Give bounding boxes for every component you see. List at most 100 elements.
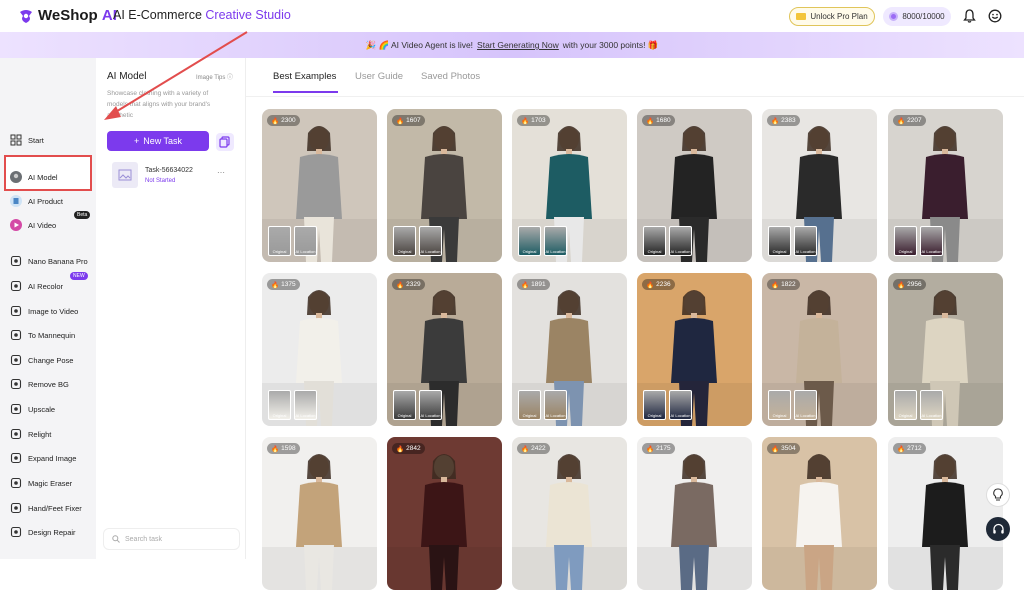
example-card[interactable]: 🔥 2383 Original AI Location [762, 109, 877, 262]
sidebar-item-remove-bg[interactable]: Remove BG [10, 375, 69, 393]
original-thumb[interactable]: Original [518, 390, 541, 420]
sidebar-item-to-mannequin[interactable]: To Mannequin [10, 326, 75, 344]
sidebar-item-expand-image[interactable]: Expand Image [10, 449, 76, 467]
example-card[interactable]: 🔥 3504 [762, 437, 877, 590]
example-card[interactable]: 🔥 2422 [512, 437, 627, 590]
copy-task-button[interactable] [216, 133, 234, 151]
sidebar-item-ai-video[interactable]: AI Video [10, 216, 56, 234]
sidebar-item-hand-feet-fixer[interactable]: Hand/Feet Fixer [10, 499, 82, 517]
copy-icon [219, 136, 230, 148]
usage-count: 🔥 2842 [392, 443, 425, 454]
sidebar-item-nano-banana-pro[interactable]: Nano Banana Pro [10, 252, 88, 270]
sidebar-item-start[interactable]: Start [10, 131, 44, 149]
example-card[interactable]: 🔥 1680 Original AI Location [637, 109, 752, 262]
profile-icon[interactable] [988, 9, 1002, 23]
ai-location-thumb[interactable]: AI Location [920, 226, 943, 256]
tab-user-guide[interactable]: User Guide [355, 71, 403, 82]
ai-location-thumb[interactable]: AI Location [419, 226, 442, 256]
example-card[interactable]: 🔥 2236 Original AI Location [637, 273, 752, 426]
sidebar-item-label: Image to Video [28, 306, 79, 316]
banner-link[interactable]: Start Generating Now [477, 40, 559, 50]
fire-icon: 🔥 [897, 281, 906, 289]
example-card[interactable]: 🔥 1891 Original AI Location [512, 273, 627, 426]
ai-location-thumb[interactable]: AI Location [419, 390, 442, 420]
ai-location-thumb[interactable]: AI Location [544, 390, 567, 420]
tab-best-examples[interactable]: Best Examples [273, 71, 336, 82]
example-card[interactable]: 🔥 2842 [387, 437, 502, 590]
original-thumb[interactable]: Original [768, 390, 791, 420]
sidebar-item-ai-recolor[interactable]: AI Recolor [10, 277, 63, 295]
task-item[interactable]: Task-56634022 Not Started ⋯ [112, 162, 232, 190]
promo-banner: 🎉 🌈 AI Video Agent is live! Start Genera… [0, 32, 1024, 58]
tab-divider [246, 96, 1024, 97]
sidebar-item-magic-eraser[interactable]: Magic Eraser [10, 474, 72, 492]
banana-icon [10, 255, 22, 267]
ai-location-thumb[interactable]: AI Location [669, 226, 692, 256]
sidebar-item-design-repair[interactable]: Design Repair [10, 523, 76, 541]
example-card[interactable]: 🔥 2712 [888, 437, 1003, 590]
more-options-icon[interactable]: ⋯ [217, 168, 225, 177]
sidebar-item-label: Hand/Feet Fixer [28, 503, 82, 513]
sidebar-item-ai-model[interactable]: AI Model [10, 168, 58, 186]
weshop-logo[interactable]: WeShop AI [18, 7, 117, 24]
logo-prefix: WeShop [38, 7, 98, 24]
original-thumb[interactable]: Original [393, 226, 416, 256]
ai-location-thumb[interactable]: AI Location [294, 226, 317, 256]
tab-saved-photos[interactable]: Saved Photos [421, 71, 480, 82]
original-thumb[interactable]: Original [643, 226, 666, 256]
bell-icon[interactable] [963, 9, 976, 23]
usage-count: 🔥 1891 [517, 279, 550, 290]
fire-icon: 🔥 [771, 117, 780, 125]
ai-location-thumb[interactable]: AI Location [794, 390, 817, 420]
image-tips-link[interactable]: Image Tips ⓘ [196, 72, 233, 81]
model-photo [637, 454, 752, 590]
example-card[interactable]: 🔥 1607 Original AI Location [387, 109, 502, 262]
fire-icon: 🔥 [646, 281, 655, 289]
original-thumb[interactable]: Original [894, 390, 917, 420]
sidebar-item-relight[interactable]: Relight [10, 425, 51, 443]
example-card[interactable]: 🔥 1703 Original AI Location [512, 109, 627, 262]
example-card[interactable]: 🔥 2329 Original AI Location [387, 273, 502, 426]
example-card[interactable]: 🔥 1375 Original AI Location [262, 273, 377, 426]
original-thumb[interactable]: Original [768, 226, 791, 256]
example-card[interactable]: 🔥 2175 [637, 437, 752, 590]
sidebar-item-label: AI Product [28, 196, 64, 206]
sidebar-item-label: AI Model [28, 172, 58, 182]
support-fab[interactable] [986, 517, 1010, 541]
fire-icon: 🔥 [396, 445, 405, 453]
original-thumb[interactable]: Original [894, 226, 917, 256]
new-task-button[interactable]: + New Task [107, 131, 209, 151]
example-card[interactable]: 🔥 1598 [262, 437, 377, 590]
example-card[interactable]: 🔥 1822 Original AI Location [762, 273, 877, 426]
usage-count: 🔥 2712 [893, 443, 926, 454]
ai-location-thumb[interactable]: AI Location [544, 226, 567, 256]
original-thumb[interactable]: Original [268, 390, 291, 420]
example-card[interactable]: 🔥 2300 Original AI Location [262, 109, 377, 262]
original-thumb[interactable]: Original [518, 226, 541, 256]
original-thumb[interactable]: Original [393, 390, 416, 420]
credits-value: 8000/10000 [902, 12, 945, 21]
original-thumb[interactable]: Original [268, 226, 291, 256]
ai-location-thumb[interactable]: AI Location [920, 390, 943, 420]
usage-count: 🔥 3504 [767, 443, 800, 454]
sidebar-item-change-pose[interactable]: Change Pose [10, 351, 73, 369]
unlock-pro-button[interactable]: Unlock Pro Plan [789, 7, 875, 26]
sidebar-item-ai-product[interactable]: AI Product [10, 192, 63, 210]
credits-badge[interactable]: 8000/10000 [883, 7, 951, 26]
search-task-input[interactable]: Search task [103, 528, 240, 550]
sidebar-item-image-to-video[interactable]: Image to Video [10, 302, 78, 320]
ai-location-thumb[interactable]: AI Location [794, 226, 817, 256]
original-thumb[interactable]: Original [643, 390, 666, 420]
relight-icon [10, 428, 22, 440]
example-card[interactable]: 🔥 2207 Original AI Location [888, 109, 1003, 262]
fire-icon: 🔥 [897, 117, 906, 125]
ai-location-thumb[interactable]: AI Location [669, 390, 692, 420]
example-card[interactable]: 🔥 2956 Original AI Location [888, 273, 1003, 426]
coin-icon [889, 12, 899, 21]
sidebar-item-upscale[interactable]: Upscale [10, 400, 55, 418]
tips-fab[interactable] [986, 483, 1010, 507]
ai-location-thumb[interactable]: AI Location [294, 390, 317, 420]
usage-count: 🔥 1822 [767, 279, 800, 290]
upscale-icon [10, 403, 22, 415]
sidebar: Start AI Model AI Product AI Video Beta Nano … [0, 58, 96, 559]
